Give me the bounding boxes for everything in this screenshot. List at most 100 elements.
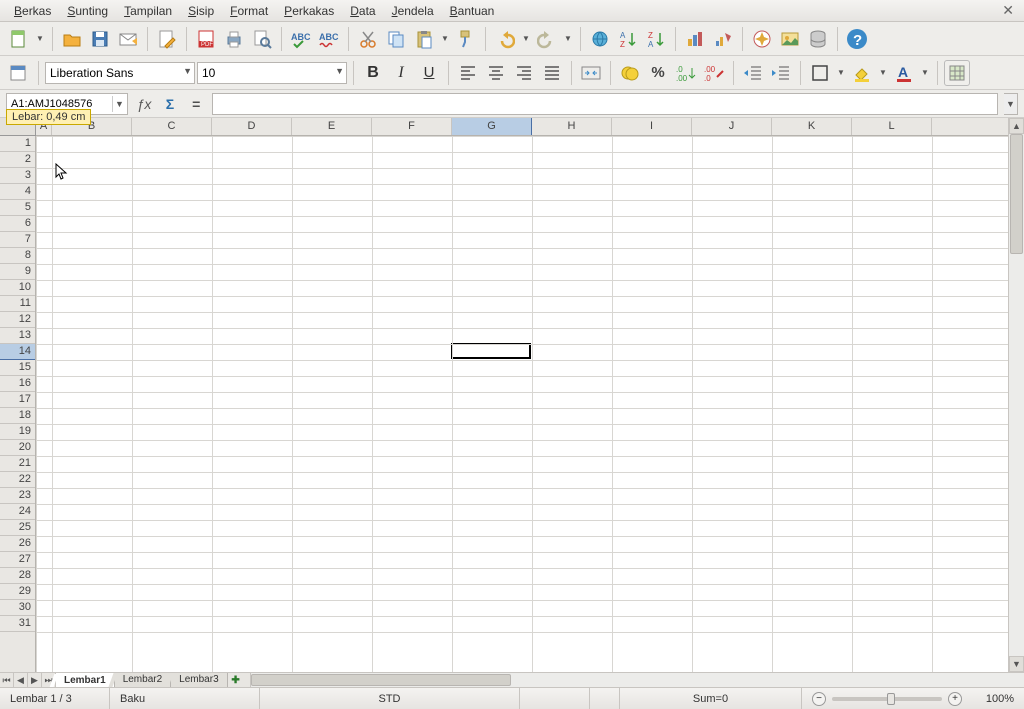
horizontal-scroll-thumb[interactable] <box>251 674 511 686</box>
close-icon[interactable]: ✕ <box>998 2 1018 19</box>
row-header-15[interactable]: 15 <box>0 360 35 376</box>
row-header-9[interactable]: 9 <box>0 264 35 280</box>
tab-nav-prev[interactable]: ◀ <box>14 673 28 687</box>
insert-chart-button[interactable] <box>682 26 708 52</box>
save-button[interactable] <box>87 26 113 52</box>
menu-perkakas[interactable]: Perkakas <box>276 2 342 20</box>
sort-asc-button[interactable]: AZ <box>615 26 641 52</box>
add-sheet-button[interactable]: ✚ <box>228 673 244 687</box>
zoom-in-button[interactable]: + <box>948 692 962 706</box>
print-button[interactable] <box>221 26 247 52</box>
col-header-D[interactable]: D <box>212 118 292 135</box>
row-header-31[interactable]: 31 <box>0 616 35 632</box>
sort-desc-button[interactable]: ZA <box>643 26 669 52</box>
zoom-level-label[interactable]: 100% <box>968 693 1014 705</box>
auto-spellcheck-button[interactable]: ABC <box>316 26 342 52</box>
row-header-8[interactable]: 8 <box>0 248 35 264</box>
decrease-indent-button[interactable] <box>740 60 766 86</box>
spellcheck-button[interactable]: ABC <box>288 26 314 52</box>
tab-nav-first[interactable]: ⏮ <box>0 673 14 687</box>
row-header-22[interactable]: 22 <box>0 472 35 488</box>
row-header-5[interactable]: 5 <box>0 200 35 216</box>
status-page-style[interactable]: Baku <box>110 688 260 709</box>
status-sum[interactable]: Sum=0 <box>620 688 802 709</box>
row-header-2[interactable]: 2 <box>0 152 35 168</box>
italic-button[interactable]: I <box>388 60 414 86</box>
align-left-button[interactable] <box>455 60 481 86</box>
function-equals-icon[interactable]: = <box>186 94 206 114</box>
zoom-slider-knob[interactable] <box>887 693 895 705</box>
col-header-K[interactable]: K <box>772 118 852 135</box>
formula-input-expand[interactable]: ▼ <box>1004 93 1018 115</box>
undo-dropdown[interactable]: ▼ <box>520 26 532 52</box>
data-sources-button[interactable] <box>805 26 831 52</box>
navigator-button[interactable] <box>749 26 775 52</box>
borders-button[interactable] <box>807 60 833 86</box>
cut-button[interactable] <box>355 26 381 52</box>
font-color-button[interactable]: A <box>891 60 917 86</box>
bg-color-button[interactable] <box>849 60 875 86</box>
col-header-J[interactable]: J <box>692 118 772 135</box>
col-header-I[interactable]: I <box>612 118 692 135</box>
vertical-scrollbar[interactable]: ▲ ▼ <box>1008 118 1024 672</box>
zoom-out-button[interactable]: − <box>812 692 826 706</box>
increase-indent-button[interactable] <box>768 60 794 86</box>
row-header-10[interactable]: 10 <box>0 280 35 296</box>
col-header-G[interactable]: G <box>452 118 532 135</box>
copy-button[interactable] <box>383 26 409 52</box>
redo-dropdown[interactable]: ▼ <box>562 26 574 52</box>
row-header-29[interactable]: 29 <box>0 584 35 600</box>
row-header-7[interactable]: 7 <box>0 232 35 248</box>
horizontal-scrollbar[interactable] <box>250 673 1024 687</box>
col-header-C[interactable]: C <box>132 118 212 135</box>
underline-button[interactable]: U <box>416 60 442 86</box>
menu-bantuan[interactable]: Bantuan <box>442 2 503 20</box>
zoom-slider[interactable] <box>832 697 942 701</box>
paste-dropdown[interactable]: ▼ <box>439 26 451 52</box>
font-name-combo[interactable] <box>45 62 195 84</box>
formula-input[interactable] <box>212 93 998 115</box>
menu-sisip[interactable]: Sisip <box>180 2 222 20</box>
row-header-24[interactable]: 24 <box>0 504 35 520</box>
open-button[interactable] <box>59 26 85 52</box>
sheet-tab-lembar2[interactable]: Lembar2 <box>115 673 171 687</box>
row-header-4[interactable]: 4 <box>0 184 35 200</box>
percent-button[interactable]: % <box>645 60 671 86</box>
row-header-30[interactable]: 30 <box>0 600 35 616</box>
paste-button[interactable] <box>411 26 437 52</box>
menu-tampilan[interactable]: Tampilan <box>116 2 180 20</box>
format-paintbrush-button[interactable] <box>453 26 479 52</box>
row-header-12[interactable]: 12 <box>0 312 35 328</box>
row-header-28[interactable]: 28 <box>0 568 35 584</box>
function-wizard-icon[interactable]: ƒx <box>134 94 154 114</box>
edit-file-button[interactable] <box>154 26 180 52</box>
print-preview-button[interactable] <box>249 26 275 52</box>
borders-dropdown[interactable]: ▼ <box>835 60 847 86</box>
align-right-button[interactable] <box>511 60 537 86</box>
toggle-gridlines-button[interactable] <box>944 60 970 86</box>
row-header-27[interactable]: 27 <box>0 552 35 568</box>
vertical-scroll-thumb[interactable] <box>1010 134 1023 254</box>
row-header-26[interactable]: 26 <box>0 536 35 552</box>
row-header-23[interactable]: 23 <box>0 488 35 504</box>
sheet-tab-lembar1[interactable]: Lembar1 <box>56 673 115 687</box>
status-selection-mode[interactable] <box>520 688 590 709</box>
menu-jendela[interactable]: Jendela <box>384 2 442 20</box>
hyperlink-button[interactable] <box>587 26 613 52</box>
row-header-16[interactable]: 16 <box>0 376 35 392</box>
currency-button[interactable] <box>617 60 643 86</box>
undo-button[interactable] <box>492 26 518 52</box>
row-header-21[interactable]: 21 <box>0 456 35 472</box>
font-color-dropdown[interactable]: ▼ <box>919 60 931 86</box>
add-decimal-button[interactable]: .0.00 <box>673 60 699 86</box>
scroll-up-arrow[interactable]: ▲ <box>1009 118 1024 134</box>
row-header-19[interactable]: 19 <box>0 424 35 440</box>
row-header-11[interactable]: 11 <box>0 296 35 312</box>
tab-nav-next[interactable]: ▶ <box>28 673 42 687</box>
col-header-H[interactable]: H <box>532 118 612 135</box>
name-box-dropdown[interactable]: ▼ <box>112 96 126 112</box>
help-button[interactable]: ? <box>844 26 870 52</box>
merge-cells-button[interactable] <box>578 60 604 86</box>
menu-berkas[interactable]: Berkas <box>6 2 59 20</box>
sheet-tab-lembar3[interactable]: Lembar3 <box>171 673 227 687</box>
